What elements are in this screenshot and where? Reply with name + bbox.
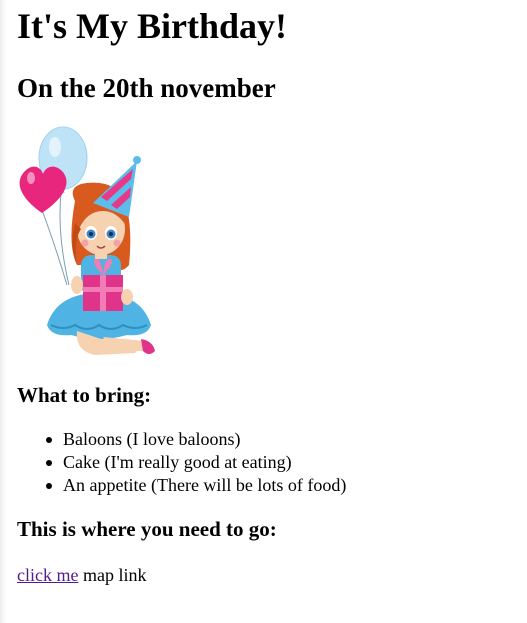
bullet-icon (46, 437, 52, 443)
list-item: An appetite (There will be lots of food) (17, 474, 346, 497)
bring-list: Baloons (I love baloons) Cake (I'm reall… (17, 428, 346, 497)
birthday-girl-image (19, 126, 155, 355)
left-edge-shadow (0, 0, 7, 623)
list-item: Cake (I'm really good at eating) (17, 451, 346, 474)
bullet-icon (46, 460, 52, 466)
map-link-caption: map link (78, 565, 147, 585)
page: It's My Birthday! On the 20th november W… (0, 0, 527, 623)
list-item-label: An appetite (There will be lots of food) (63, 475, 347, 495)
what-to-bring-heading: What to bring: (17, 383, 152, 407)
list-item-label: Cake (I'm really good at eating) (63, 452, 292, 472)
list-item: Baloons (I love baloons) (17, 428, 346, 451)
map-link[interactable]: click me (17, 565, 78, 585)
page-title: It's My Birthday! (17, 6, 287, 46)
list-item-label: Baloons (I love baloons) (63, 429, 241, 449)
where-to-go-heading: This is where you need to go: (17, 517, 277, 541)
map-link-line: click me map link (17, 564, 146, 587)
page-subtitle: On the 20th november (17, 73, 276, 103)
bullet-icon (46, 483, 52, 489)
